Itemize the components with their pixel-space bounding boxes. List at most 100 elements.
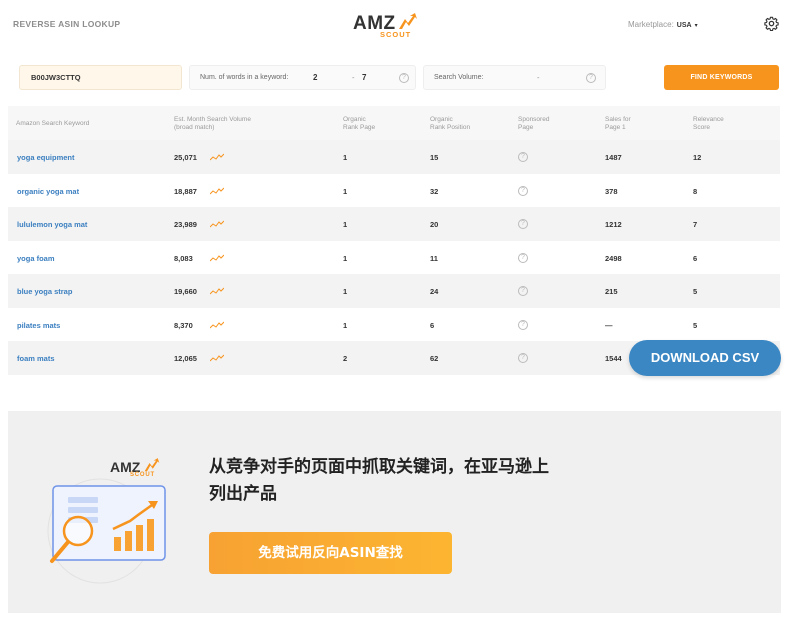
word-count-range[interactable]: Num. of words in a keyword: 2 - 7 ? <box>189 65 416 90</box>
trend-chart-icon[interactable] <box>210 187 224 195</box>
help-icon[interactable]: ? <box>518 286 528 296</box>
header-relevance[interactable]: Relevance Score <box>693 116 724 132</box>
table-row[interactable]: lululemon yoga mat 23,989 1 20 ? 1212 7 <box>8 207 780 241</box>
keyword-link[interactable]: pilates mats <box>17 321 60 330</box>
sales-page-1: 1212 <box>605 220 622 229</box>
header-relevance-line2: Score <box>693 124 710 131</box>
keyword-link[interactable]: yoga foam <box>17 254 55 263</box>
organic-rank-page: 1 <box>343 253 348 263</box>
header-sponsored-page[interactable]: Sponsored Page <box>518 116 549 132</box>
trend-chart-icon[interactable] <box>210 220 224 228</box>
header-volume-line1: Est. Month Search Volume <box>174 116 251 123</box>
promo-headline-line2: 列出产品 <box>209 484 277 504</box>
header-sales[interactable]: Sales for Page 1 <box>605 116 631 132</box>
search-volume: 8,370 <box>174 320 193 330</box>
search-volume: 12,065 <box>174 354 197 363</box>
find-keywords-button[interactable]: FIND KEYWORDS <box>664 65 779 90</box>
range-separator: - <box>352 73 355 82</box>
help-icon[interactable]: ? <box>518 185 528 196</box>
search-volume: 25,071 <box>174 153 197 162</box>
help-icon[interactable]: ? <box>518 219 528 229</box>
range-separator: - <box>537 73 540 82</box>
relevance-score: 5 <box>693 320 698 330</box>
organic-rank-page: 1 <box>343 320 348 330</box>
marketplace-value: USA <box>676 22 692 29</box>
sales-page-1: 1487 <box>605 153 622 162</box>
free-trial-button[interactable]: 免费试用反向ASIN查找 <box>209 532 452 574</box>
header-volume[interactable]: Est. Month Search Volume (broad match) <box>174 116 251 132</box>
marketplace-label: Marketplace: <box>628 20 674 29</box>
table-row[interactable]: pilates mats 8,370 1 6 ? — 5 <box>8 307 780 341</box>
help-icon[interactable]: ? <box>518 319 528 330</box>
help-icon[interactable]: ? <box>518 353 528 363</box>
organic-rank-position: 32 <box>430 186 439 196</box>
page-title: REVERSE ASIN LOOKUP <box>13 19 121 29</box>
sales-page-1: — <box>605 320 613 330</box>
help-icon[interactable]: ? <box>518 252 528 263</box>
download-csv-button[interactable]: DOWNLOAD CSV <box>629 340 781 376</box>
header-organic-page[interactable]: Organic Rank Page <box>343 116 375 132</box>
organic-rank-page: 1 <box>343 153 348 162</box>
organic-rank-position: 24 <box>430 287 439 296</box>
promo-headline-line1: 从竞争对手的页面中抓取关键词，在亚马逊上 <box>209 457 549 477</box>
header-volume-line2: (broad match) <box>174 124 215 131</box>
organic-rank-position: 20 <box>430 220 439 229</box>
table-row[interactable]: organic yoga mat 18,887 1 32 ? 378 8 <box>8 173 780 207</box>
relevance-score: 6 <box>693 253 698 263</box>
organic-rank-position: 15 <box>430 153 439 162</box>
organic-rank-page: 1 <box>343 287 348 296</box>
header-organic-position-line1: Organic <box>430 116 453 123</box>
amzscout-logo[interactable]: AMZ SCOUT <box>353 10 423 40</box>
sales-page-1: 378 <box>605 186 618 196</box>
relevance-score: 12 <box>693 153 702 162</box>
trend-chart-icon[interactable] <box>210 254 224 262</box>
sales-page-1: 215 <box>605 287 618 296</box>
promo-banner: AMZ SCOUT 从竞争对手的页面中抓取关键词，在亚马逊上 列出产品 免费试用… <box>8 411 781 613</box>
header-sponsored-line2: Page <box>518 124 534 131</box>
promo-headline: 从竞争对手的页面中抓取关键词，在亚马逊上 列出产品 <box>209 454 609 508</box>
trend-chart-icon[interactable] <box>210 321 224 329</box>
search-volume-label: Search Volume: <box>434 74 484 81</box>
word-count-min[interactable]: 2 <box>313 73 317 82</box>
marketplace-selector[interactable]: Marketplace: USA ▾ <box>628 20 698 29</box>
help-icon[interactable]: ? <box>518 152 528 162</box>
table-header: Amazon Search Keyword Est. Month Search … <box>8 106 780 140</box>
table-row[interactable]: yoga equipment 25,071 1 15 ? 1487 12 <box>8 140 780 174</box>
search-volume: 19,660 <box>174 287 197 296</box>
chevron-down-icon: ▾ <box>694 23 698 29</box>
organic-rank-position: 62 <box>430 354 439 363</box>
header-organic-position[interactable]: Organic Rank Position <box>430 116 470 132</box>
table-row[interactable]: yoga foam 8,083 1 11 ? 2498 6 <box>8 240 780 274</box>
trend-chart-icon[interactable] <box>210 354 224 362</box>
relevance-score: 8 <box>693 186 698 196</box>
table-row[interactable]: blue yoga strap 19,660 1 24 ? 215 5 <box>8 274 780 308</box>
header-sales-line2: Page 1 <box>605 124 626 131</box>
keyword-link[interactable]: yoga equipment <box>17 153 75 162</box>
keyword-link[interactable]: organic yoga mat <box>17 187 79 196</box>
search-volume: 8,083 <box>174 253 193 263</box>
gear-icon[interactable] <box>764 16 779 31</box>
word-count-label: Num. of words in a keyword: <box>200 74 289 81</box>
organic-rank-page: 1 <box>343 186 348 196</box>
keyword-link[interactable]: blue yoga strap <box>17 287 72 296</box>
organic-rank-page: 2 <box>343 354 348 363</box>
relevance-score: 5 <box>693 287 698 296</box>
word-count-max[interactable]: 7 <box>362 73 366 82</box>
header-organic-position-line2: Rank Position <box>430 124 471 131</box>
help-icon[interactable]: ? <box>399 73 409 83</box>
trend-chart-icon[interactable] <box>210 287 224 295</box>
keyword-link[interactable]: lululemon yoga mat <box>17 220 87 229</box>
keyword-link[interactable]: foam mats <box>17 354 55 363</box>
logo-arrow-icon <box>399 13 417 29</box>
search-volume-range[interactable]: Search Volume: - ? <box>423 65 606 90</box>
header-sponsored-line1: Sponsored <box>518 116 550 123</box>
header-organic-page-line2: Rank Page <box>343 124 376 131</box>
header: REVERSE ASIN LOOKUP AMZ SCOUT Marketplac… <box>0 0 787 50</box>
trend-chart-icon[interactable] <box>210 153 224 161</box>
header-keyword[interactable]: Amazon Search Keyword <box>16 120 89 128</box>
sales-page-1: 2498 <box>605 253 622 263</box>
help-icon[interactable]: ? <box>586 73 596 83</box>
sales-page-1: 1544 <box>605 354 622 363</box>
asin-input[interactable]: B00JW3CTTQ <box>19 65 182 90</box>
organic-rank-position: 6 <box>430 320 435 330</box>
